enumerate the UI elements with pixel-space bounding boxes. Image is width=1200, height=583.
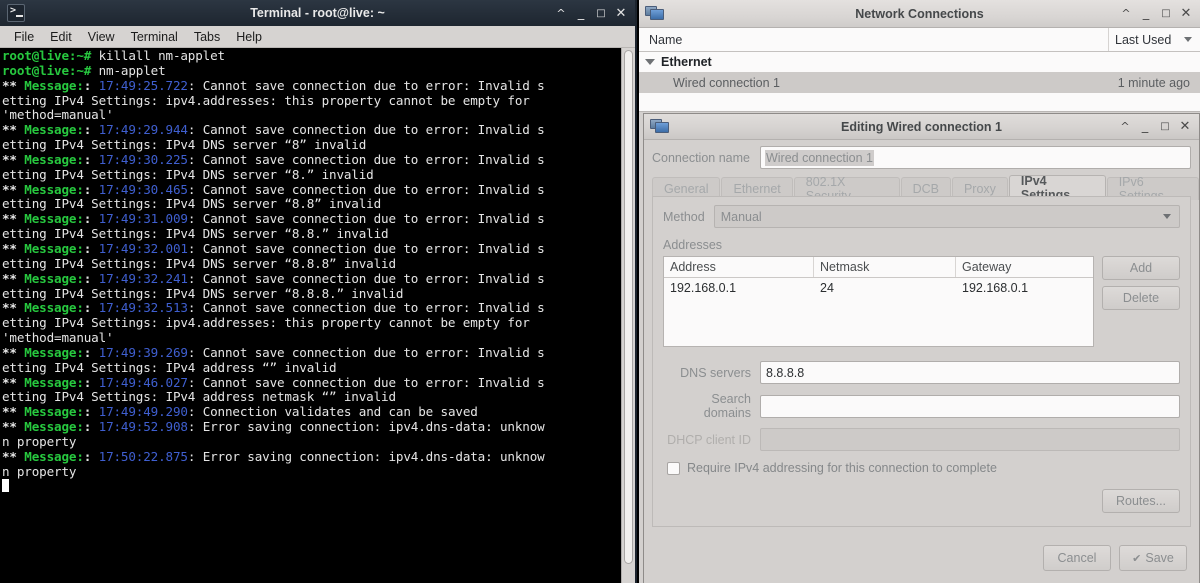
shade-icon[interactable]: ^ [1115,115,1135,139]
cancel-button-label: Cancel [1057,551,1097,565]
chevron-down-icon [1184,37,1192,42]
edit-dialog-titlebar[interactable]: Editing Wired connection 1 ^ _ □ ✕ [644,114,1199,140]
routes-button[interactable]: Routes... [1102,489,1180,513]
terminal-text: root@live:~# killall nm-applet root@live… [2,48,619,494]
method-row: Method Manual [663,205,1180,228]
triangle-down-icon[interactable] [645,59,655,65]
terminal-window: Terminal - root@live: ~ ^ _ □ ✕ File Edi… [0,0,637,583]
shade-icon[interactable]: ^ [551,1,571,25]
require-ipv4-row[interactable]: Require IPv4 addressing for this connect… [667,461,1190,475]
column-header-address[interactable]: Address [664,257,814,277]
search-domains-input[interactable] [760,394,1180,418]
dns-servers-input[interactable]: 8.8.8.8 [760,361,1180,384]
terminal-window-title: Terminal - root@live: ~ [250,6,385,20]
menu-item-help[interactable]: Help [228,29,270,45]
network-connections-titlebar[interactable]: Network Connections ^ _ □ ✕ [639,0,1200,28]
network-connections-icon [650,118,670,136]
method-label: Method [663,209,705,224]
cell-address[interactable]: 192.168.0.1 [664,281,814,295]
maximize-icon[interactable]: □ [1155,115,1175,139]
network-connections-window-controls: ^ _ □ ✕ [1116,2,1196,26]
list-item[interactable]: Wired connection 1 1 minute ago [639,72,1200,93]
terminal-scrollbar[interactable] [621,48,635,583]
network-connections-icon [645,5,665,23]
column-header-gateway[interactable]: Gateway [956,257,1093,277]
connection-name-label: Connection name [652,150,750,165]
network-connections-window: Network Connections ^ _ □ ✕ Name Last Us… [639,0,1200,583]
close-icon[interactable]: ✕ [1176,2,1196,26]
delete-address-button[interactable]: Delete [1102,286,1180,310]
dhcp-client-id-label: DHCP client ID [667,432,751,447]
terminal-icon [7,4,25,22]
connection-name: Wired connection 1 [673,75,781,90]
edit-connection-dialog: Editing Wired connection 1 ^ _ □ ✕ Conne… [643,113,1200,583]
menu-item-terminal[interactable]: Terminal [123,29,186,45]
column-header-netmask[interactable]: Netmask [814,257,956,277]
terminal-menubar: File Edit View Terminal Tabs Help [0,26,635,48]
column-header-last-used[interactable]: Last Used [1108,28,1200,51]
connection-name-input[interactable]: Wired connection 1 [759,146,1191,169]
close-icon[interactable]: ✕ [1175,115,1195,139]
column-header-last-used-label: Last Used [1115,32,1172,47]
column-header-name[interactable]: Name [639,33,1108,47]
menu-item-tabs[interactable]: Tabs [186,29,228,45]
routes-row: Routes... [653,489,1180,513]
connection-group-ethernet[interactable]: Ethernet [639,52,1200,72]
save-button-label: Save [1145,551,1174,565]
chevron-down-icon [1163,214,1171,219]
require-ipv4-label: Require IPv4 addressing for this connect… [687,461,997,475]
minimize-icon[interactable]: _ [1135,115,1155,139]
terminal-window-controls: ^ _ □ ✕ [551,1,631,25]
connections-list: Ethernet Wired connection 1 1 minute ago [639,52,1200,112]
connection-last-used: 1 minute ago [1117,75,1190,90]
addresses-table[interactable]: Address Netmask Gateway 192.168.0.1 24 1… [663,256,1094,347]
dhcp-client-id-input [760,428,1180,451]
dns-servers-label: DNS servers [680,365,751,380]
search-domains-label: Search domains [703,392,751,420]
menu-item-file[interactable]: File [6,29,42,45]
terminal-output-area[interactable]: root@live:~# killall nm-applet root@live… [0,48,635,583]
menu-item-edit[interactable]: Edit [42,29,80,45]
shade-icon[interactable]: ^ [1116,2,1136,26]
addresses-table-header: Address Netmask Gateway [664,257,1093,278]
minimize-icon[interactable]: _ [571,1,591,25]
save-button[interactable]: ✔ Save [1119,545,1187,571]
require-ipv4-checkbox[interactable] [667,461,680,475]
method-select[interactable]: Manual [713,205,1180,228]
close-icon[interactable]: ✕ [611,1,631,25]
dns-servers-row: DNS servers 8.8.8.8 [663,361,1180,384]
dhcp-client-id-row: DHCP client ID [663,428,1180,451]
terminal-scrollbar-thumb[interactable] [624,50,633,564]
check-icon: ✔ [1132,552,1142,565]
menu-item-view[interactable]: View [80,29,123,45]
maximize-icon[interactable]: □ [591,1,611,25]
table-row[interactable]: 192.168.0.1 24 192.168.0.1 [664,278,1093,298]
method-value: Manual [720,209,762,224]
ipv4-settings-panel: Method Manual Addresses Address Netmask … [652,196,1191,527]
edit-dialog-window-controls: ^ _ □ ✕ [1115,115,1195,139]
terminal-titlebar[interactable]: Terminal - root@live: ~ ^ _ □ ✕ [0,0,635,26]
connection-name-row: Connection name Wired connection 1 [644,140,1199,175]
maximize-icon[interactable]: □ [1156,2,1176,26]
addresses-area: Address Netmask Gateway 192.168.0.1 24 1… [663,256,1180,347]
add-address-button[interactable]: Add [1102,256,1180,280]
connections-table-header: Name Last Used [639,28,1200,52]
connection-name-value: Wired connection 1 [764,149,874,166]
search-domains-row: Search domains [663,392,1180,420]
dialog-action-buttons: Cancel ✔ Save [1043,545,1187,571]
minimize-icon[interactable]: _ [1136,2,1156,26]
connection-group-label: Ethernet [661,55,712,69]
addresses-label: Addresses [663,238,723,252]
cell-netmask[interactable]: 24 [814,281,956,295]
addresses-buttons: Add Delete [1102,256,1180,347]
cancel-button[interactable]: Cancel [1043,545,1111,571]
cell-gateway[interactable]: 192.168.0.1 [956,281,1093,295]
